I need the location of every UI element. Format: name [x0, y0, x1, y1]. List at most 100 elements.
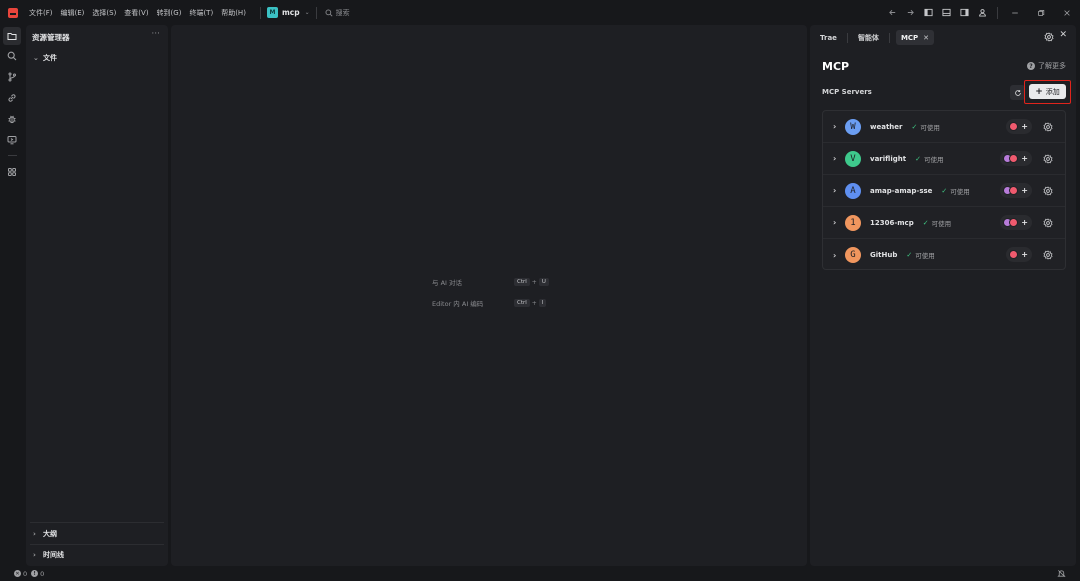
servers-heading: MCP Servers	[822, 88, 872, 96]
forward-arrow-icon[interactable]	[905, 8, 915, 18]
agent-avatar	[1009, 122, 1019, 131]
search-activity[interactable]	[3, 47, 21, 65]
menu-selection[interactable]: 选择(S)	[92, 8, 116, 18]
divider	[846, 32, 848, 43]
tab-trae[interactable]: Trae	[816, 30, 841, 45]
divider	[315, 6, 317, 19]
add-server-button[interactable]: + 添加	[1029, 84, 1066, 99]
server-name: amap-amap-sse	[870, 186, 933, 195]
gear-icon[interactable]	[1043, 218, 1053, 228]
shortcut-hint-chat: 与 AI 对话 Ctrl + U	[432, 277, 549, 287]
tab-mcp[interactable]: MCP ✕	[895, 30, 935, 45]
folder-icon	[7, 33, 17, 40]
gear-icon[interactable]	[1043, 154, 1053, 164]
close-panel-icon[interactable]: ✕	[1059, 30, 1067, 40]
app-logo	[8, 7, 18, 18]
menu-terminal[interactable]: 终端(T)	[189, 8, 213, 18]
timeline-section-header[interactable]: › 时间线	[33, 550, 64, 560]
status-text: 可使用	[923, 155, 944, 164]
agents-selector[interactable]: +	[1000, 151, 1032, 166]
server-row[interactable]: › G GitHub ✓ 可使用 +	[823, 239, 1065, 271]
gear-icon[interactable]	[1043, 122, 1053, 132]
chevron-down-icon: ⌄	[33, 54, 39, 62]
chevron-right-icon[interactable]: ›	[833, 154, 841, 163]
status-text: 可使用	[920, 123, 940, 132]
project-name: mcp	[281, 8, 300, 17]
project-icon: M	[266, 7, 278, 18]
agents-selector[interactable]: +	[1006, 247, 1032, 262]
menu-help[interactable]: 帮助(H)	[221, 8, 246, 18]
remote-activity[interactable]	[3, 89, 21, 107]
preview-activity[interactable]	[3, 131, 21, 149]
toggle-panel-icon[interactable]	[941, 8, 951, 18]
divider	[30, 522, 164, 523]
server-row[interactable]: › Vvariflight ✓ 可使用 +	[823, 143, 1065, 175]
link-icon	[8, 94, 16, 102]
menu-view[interactable]: 查看(V)	[124, 8, 148, 18]
menu-edit[interactable]: 编辑(E)	[61, 8, 85, 18]
gear-icon[interactable]	[1044, 32, 1054, 42]
server-row[interactable]: › 1 12306-mcp ✓ 可使用 +	[823, 207, 1065, 239]
server-name: GitHub	[870, 251, 898, 259]
timeline-section-label: 时间线	[43, 551, 64, 559]
restore-button[interactable]	[1028, 0, 1054, 25]
help-icon: ?	[1027, 62, 1035, 70]
learn-more-link[interactable]: ? 了解更多	[1027, 61, 1066, 71]
menu-go[interactable]: 转到(G)	[157, 8, 182, 18]
search-box[interactable]: 搜索	[325, 8, 350, 18]
plus-icon: +	[1021, 154, 1028, 163]
project-switcher[interactable]: M mcp ⌄	[266, 7, 310, 18]
plus-icon: +	[1021, 122, 1028, 131]
chevron-right-icon[interactable]: ›	[833, 251, 841, 260]
tab-agents[interactable]: 智能体	[854, 30, 883, 45]
check-icon: ✓	[906, 251, 913, 259]
gear-icon[interactable]	[1043, 250, 1053, 260]
agents-selector[interactable]: +	[1000, 215, 1032, 230]
close-window-button[interactable]	[1054, 0, 1080, 25]
explorer-activity[interactable]	[3, 27, 21, 45]
back-arrow-icon[interactable]	[887, 8, 897, 18]
notifications-off-icon[interactable]	[1057, 569, 1066, 578]
divider	[888, 32, 890, 43]
toggle-auxiliary-bar-icon[interactable]	[959, 8, 969, 18]
server-row[interactable]: › Aamap-amap-sse ✓ 可使用 +	[823, 175, 1065, 207]
extensions-activity[interactable]	[3, 163, 21, 181]
account-icon[interactable]	[977, 8, 987, 18]
editor-area[interactable]: 与 AI 对话 Ctrl + U Editor 内 AI 编码 Ctrl + I	[171, 25, 807, 566]
search-placeholder: 搜索	[335, 8, 350, 17]
refresh-icon	[1014, 89, 1021, 96]
problems-indicator[interactable]: ✕ 0	[14, 570, 27, 578]
status-badge: ✓ 可使用	[915, 154, 943, 164]
outline-section-header[interactable]: › 大纲	[33, 529, 57, 539]
chevron-right-icon[interactable]: ›	[833, 122, 841, 131]
bug-icon	[8, 115, 16, 124]
status-text: 可使用	[950, 187, 970, 196]
explorer-sidebar: 资源管理器 ··· ⌄ 文件 › 大纲 › 时间线	[26, 25, 168, 566]
server-row[interactable]: › Wweather ✓ 可使用 +	[823, 111, 1065, 143]
status-badge: ✓ 可使用	[911, 122, 939, 132]
agents-selector[interactable]: +	[1000, 183, 1032, 198]
page-title: MCP	[822, 60, 850, 73]
menu-bar: 文件(F) 编辑(E) 选择(S) 查看(V) 转到(G) 终端(T) 帮助(H…	[29, 8, 254, 18]
chevron-right-icon[interactable]: ›	[833, 186, 841, 195]
plus-icon: +	[1021, 186, 1028, 195]
refresh-button[interactable]	[1010, 85, 1025, 100]
gear-icon[interactable]	[1043, 186, 1053, 196]
more-actions-button[interactable]: ···	[151, 29, 160, 39]
monitor-icon	[7, 136, 17, 145]
warnings-indicator[interactable]: ! 0	[31, 570, 44, 578]
minimize-button[interactable]	[1002, 0, 1028, 25]
hint-label: 与 AI 对话	[432, 279, 462, 287]
extensions-icon	[8, 168, 16, 176]
agents-selector[interactable]: +	[1006, 119, 1032, 134]
chevron-right-icon[interactable]: ›	[833, 218, 841, 227]
keycap: Ctrl	[514, 299, 530, 307]
menu-file[interactable]: 文件(F)	[29, 8, 53, 18]
source-control-activity[interactable]	[3, 68, 21, 86]
files-section-header[interactable]: ⌄ 文件	[33, 53, 57, 63]
toggle-sidebar-icon[interactable]	[923, 8, 933, 18]
check-icon: ✓	[915, 154, 921, 163]
close-icon[interactable]: ✕	[923, 34, 929, 42]
debug-activity[interactable]	[3, 110, 21, 128]
check-icon: ✓	[911, 122, 918, 131]
